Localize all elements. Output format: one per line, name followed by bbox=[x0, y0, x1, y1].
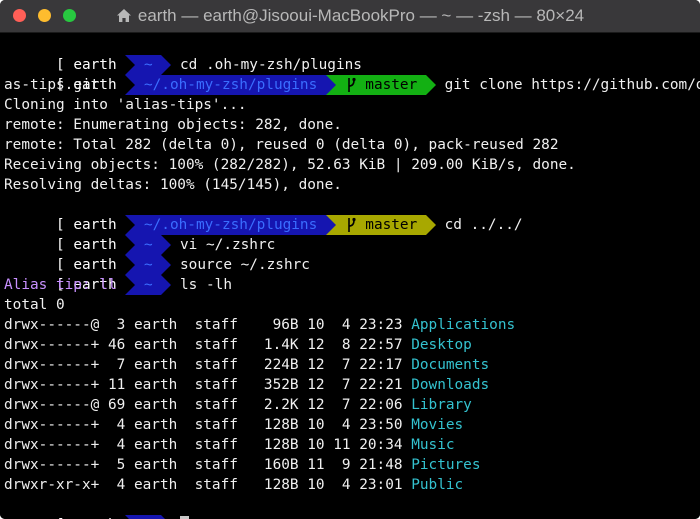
directory-name: Music bbox=[411, 437, 455, 453]
listing-row: drwx------+ 46 earth staff 1.4K 12 8 22:… bbox=[4, 337, 472, 353]
directory-name: Movies bbox=[411, 417, 464, 433]
output-line: Cloning into 'alias-tips'... bbox=[4, 97, 247, 113]
window-title: earth — earth@Jisooui-MacBookPro — ~ — -… bbox=[137, 6, 585, 25]
title-bar: earth — earth@Jisooui-MacBookPro — ~ — -… bbox=[0, 0, 700, 33]
listing-row: drwx------@ 69 earth staff 2.2K 12 7 22:… bbox=[4, 397, 472, 413]
listing-row: drwx------+ 5 earth staff 160B 11 9 21:4… bbox=[4, 457, 481, 473]
home-icon bbox=[116, 2, 132, 34]
directory-name: Library bbox=[411, 397, 472, 413]
output-line: Resolving deltas: 100% (145/145), done. bbox=[4, 177, 342, 193]
prompt-line: [ earth ~ vi ~/.zshrc bbox=[4, 215, 700, 255]
listing-row: drwx------+ 7 earth staff 224B 12 7 22:1… bbox=[4, 357, 490, 373]
prompt-line: [ earth ~ source ~/.zshrc bbox=[4, 235, 700, 275]
directory-listing: drwx------@ 3 earth staff 96B 10 4 23:23… bbox=[4, 315, 700, 495]
alias-tip-line: Alias tip: ll bbox=[4, 277, 117, 293]
terminal-window: earth — earth@Jisooui-MacBookPro — ~ — -… bbox=[0, 0, 700, 519]
directory-name: Documents bbox=[411, 357, 490, 373]
prompt-line: [ earth ~/.oh-my-zsh/plugins master cd .… bbox=[4, 195, 700, 235]
output-line: total 0 bbox=[4, 297, 65, 313]
directory-name: Desktop bbox=[411, 337, 472, 353]
output-line: Receiving objects: 100% (282/282), 52.63… bbox=[4, 157, 576, 173]
directory-name: Pictures bbox=[411, 457, 481, 473]
listing-row: drwxr-xr-x+ 4 earth staff 128B 10 4 23:0… bbox=[4, 477, 464, 493]
prompt-dir-segment: ~ bbox=[135, 515, 162, 519]
prompt-line: [ earth ~ ls -lh bbox=[4, 255, 700, 295]
window-title-container: earth — earth@Jisooui-MacBookPro — ~ — -… bbox=[0, 0, 700, 32]
listing-row: drwx------+ 11 earth staff 352B 12 7 22:… bbox=[4, 377, 490, 393]
output-line: remote: Total 282 (delta 0), reused 0 (d… bbox=[4, 137, 559, 153]
listing-row: drwx------+ 4 earth staff 128B 10 11 20:… bbox=[4, 437, 455, 453]
listing-row: drwx------@ 3 earth staff 96B 10 4 23:23… bbox=[4, 317, 516, 333]
directory-name: Downloads bbox=[411, 377, 490, 393]
prompt-user-segment: [ earth bbox=[55, 515, 126, 519]
terminal-content[interactable]: [ earth ~ cd .oh-my-zsh/plugins [ earth … bbox=[0, 33, 700, 519]
directory-name: Applications bbox=[411, 317, 516, 333]
output-line: as-tips.git bbox=[4, 77, 100, 93]
output-line: remote: Enumerating objects: 282, done. bbox=[4, 117, 342, 133]
prompt-line: [ earth ~/.oh-my-zsh/plugins master git … bbox=[4, 55, 700, 95]
prompt-line: [ earth ~ cd .oh-my-zsh/plugins bbox=[4, 35, 700, 75]
listing-row: drwx------+ 4 earth staff 128B 10 4 23:5… bbox=[4, 417, 464, 433]
active-prompt-line[interactable]: [ earth ~ bbox=[4, 495, 700, 519]
directory-name: Public bbox=[411, 477, 464, 493]
